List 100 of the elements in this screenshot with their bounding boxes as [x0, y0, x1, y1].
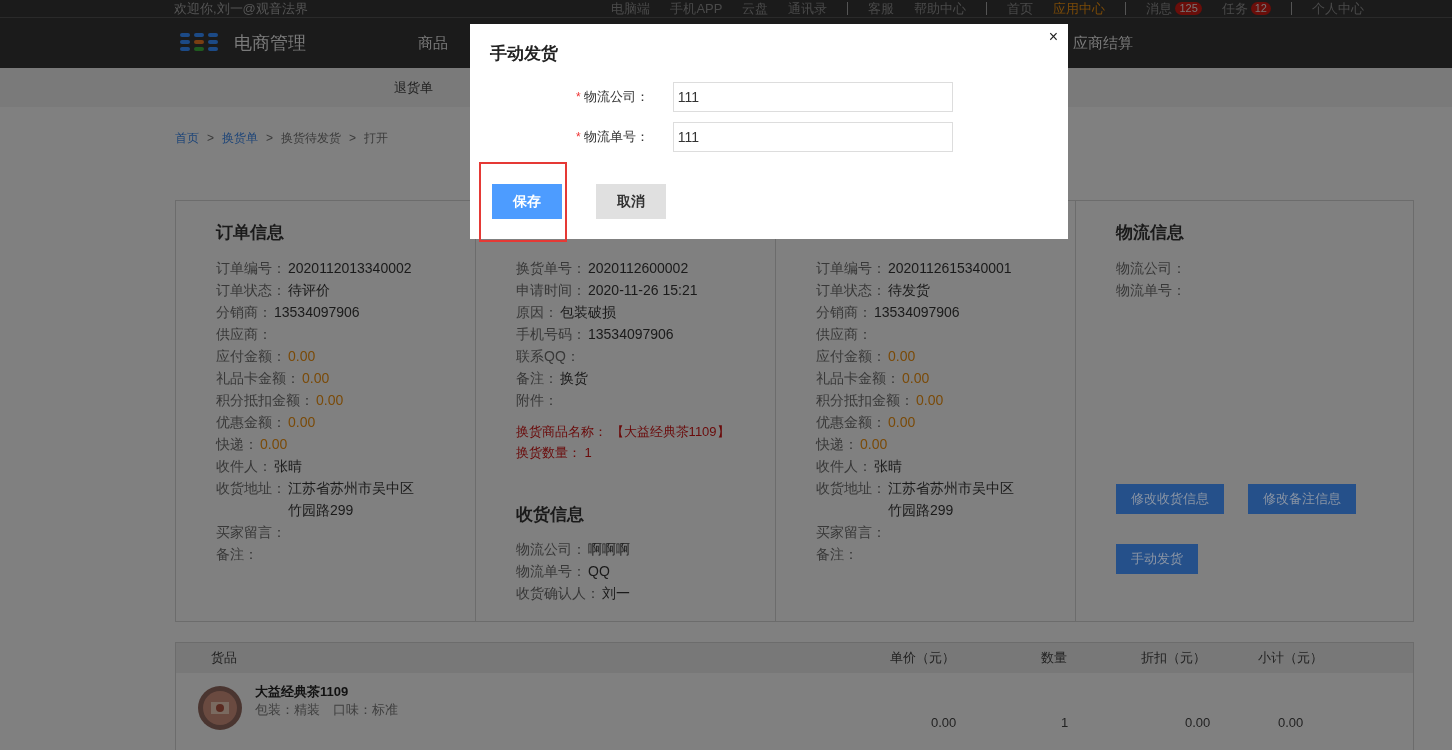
- field-label: 收货地址：: [216, 479, 286, 498]
- field-label: 物流公司：: [1116, 259, 1186, 278]
- field-value: 2020112013340002: [288, 259, 412, 278]
- field-label: 备注：: [816, 545, 858, 564]
- column-header: 数量: [1041, 649, 1067, 667]
- field-label: 附件：: [516, 391, 558, 410]
- logo-icon: [180, 33, 218, 53]
- field-label: 买家留言：: [216, 523, 286, 542]
- field-value: 0.00: [902, 369, 930, 388]
- field-value: 张晴: [274, 457, 302, 476]
- field-label: 应付金额：: [816, 347, 886, 366]
- breadcrumb-item[interactable]: 打开: [364, 129, 389, 147]
- field-label: 备注：: [216, 545, 258, 564]
- app-title: 电商管理: [234, 32, 306, 55]
- field-label: 原因：: [516, 303, 558, 322]
- field-label: 收货确认人：: [516, 584, 600, 603]
- field-label: 收件人：: [816, 457, 872, 476]
- field-value: 啊啊啊: [588, 540, 630, 559]
- column-header: 折扣（元）: [1141, 649, 1206, 667]
- breadcrumb-separator: >: [207, 131, 214, 145]
- field-label: 申请时间：: [516, 281, 586, 300]
- nav-item[interactable]: 商品: [418, 33, 448, 53]
- cancel-button[interactable]: 取消: [596, 184, 666, 219]
- table-cell: 0.00: [1185, 715, 1211, 730]
- field-value: 换货: [560, 369, 588, 388]
- field-label: 积分抵扣金额：: [216, 391, 314, 410]
- field-label: 快递：: [216, 435, 258, 454]
- field-value: 刘一: [602, 584, 630, 603]
- field-label: 应付金额：: [216, 347, 286, 366]
- field-value: 0.00: [888, 413, 916, 432]
- table-cell: 0.00: [1278, 715, 1304, 730]
- action-button[interactable]: 修改收货信息: [1116, 484, 1224, 514]
- field-label: 备注：: [516, 369, 558, 388]
- field-value: 张晴: [874, 457, 902, 476]
- field-label: 物流单号：: [516, 562, 586, 581]
- action-button[interactable]: 修改备注信息: [1248, 484, 1356, 514]
- exchange-note: 换货商品名称： 【大益经典茶1109】: [516, 423, 731, 441]
- field-label: 物流单号：: [1116, 281, 1186, 300]
- nav-item[interactable]: 应商结算: [1073, 33, 1133, 53]
- field-value: QQ: [588, 562, 610, 581]
- field-label: 礼品卡金额：: [216, 369, 300, 388]
- field-label: 收件人：: [216, 457, 272, 476]
- breadcrumb-separator: >: [349, 131, 357, 145]
- field-value: 2020-11-26 15:21: [588, 281, 698, 300]
- top-link[interactable]: 应用中心: [1053, 0, 1106, 18]
- field-label: 订单状态：: [816, 281, 886, 300]
- breadcrumb-item[interactable]: 换货单: [222, 129, 258, 147]
- close-button[interactable]: ×: [1048, 28, 1058, 46]
- field-label: 礼品卡金额：: [816, 369, 900, 388]
- exchange-note: 换货数量： 1: [516, 444, 593, 462]
- field-value: 0.00: [916, 391, 944, 410]
- field-label: 物流公司：: [516, 540, 586, 559]
- field-value: 2020112615340001: [888, 259, 1012, 278]
- table-cell: 0.00: [931, 715, 957, 730]
- table-cell: 1: [1061, 715, 1069, 730]
- input-field[interactable]: 111: [672, 122, 953, 152]
- field-label: 分销商：: [816, 303, 872, 322]
- field-value: 0.00: [316, 391, 344, 410]
- field-label: 优惠金额：: [816, 413, 886, 432]
- field-label: 供应商：: [816, 325, 872, 344]
- field-label: 供应商：: [216, 325, 272, 344]
- field-value: 0.00: [860, 435, 888, 454]
- field-label: 订单状态：: [216, 281, 286, 300]
- field-value: 0.00: [302, 369, 330, 388]
- field-label: 物流公司：: [583, 88, 650, 106]
- field-value: 江苏省苏州市吴中区竹园路299: [288, 479, 415, 520]
- breadcrumb-item[interactable]: 换货待发货: [281, 129, 342, 147]
- field-label: 优惠金额：: [216, 413, 286, 432]
- field-value: 待评价: [288, 281, 330, 300]
- field-value: 待发货: [888, 281, 930, 300]
- field-label: 分销商：: [216, 303, 272, 322]
- product-name: 大益经典茶1109: [255, 683, 350, 701]
- section-title: 收货信息: [516, 504, 585, 526]
- required-mark: *: [576, 130, 581, 144]
- field-label: 收货地址：: [816, 479, 886, 498]
- field-value: 江苏省苏州市吴中区竹园路299: [888, 479, 1015, 520]
- field-label: 买家留言：: [816, 523, 886, 542]
- save-button[interactable]: 保存: [492, 184, 562, 219]
- field-label: 物流单号：: [583, 128, 650, 146]
- field-value: 0.00: [260, 435, 288, 454]
- field-label: 积分抵扣金额：: [816, 391, 914, 410]
- count-badge: 125: [1175, 2, 1202, 15]
- dialog-title: 手动发货: [490, 43, 559, 65]
- field-value: 13534097906: [874, 303, 960, 322]
- field-label: 快递：: [816, 435, 858, 454]
- product-thumbnail: [197, 685, 243, 731]
- field-value: 0.00: [288, 413, 316, 432]
- breadcrumb-item[interactable]: 首页: [175, 129, 199, 147]
- field-value: 13534097906: [588, 325, 674, 344]
- field-value: 包装破损: [560, 303, 616, 322]
- field-value: 0.00: [288, 347, 316, 366]
- breadcrumb-separator: >: [266, 131, 274, 145]
- subnav-item[interactable]: 退货单: [394, 78, 433, 97]
- input-field[interactable]: 111: [672, 82, 953, 112]
- section-title: 物流信息: [1116, 223, 1184, 242]
- field-value: 13534097906: [274, 303, 360, 322]
- required-mark: *: [576, 90, 581, 104]
- column-header: 小计（元）: [1258, 649, 1323, 667]
- field-value: 2020112600002: [588, 259, 689, 278]
- action-button[interactable]: 手动发货: [1116, 544, 1198, 574]
